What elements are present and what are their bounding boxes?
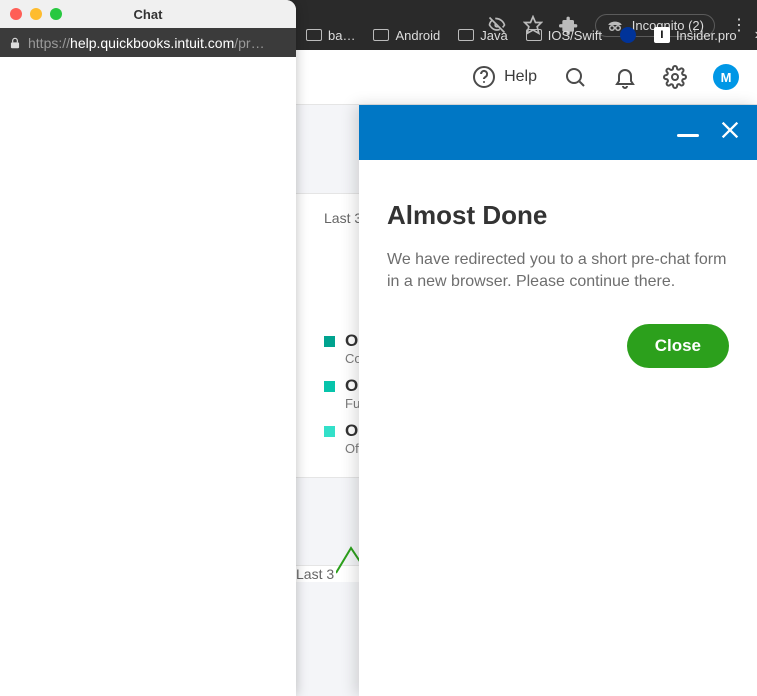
eu-flag-icon (620, 27, 636, 43)
swatch-icon (324, 426, 335, 437)
help-label: Help (504, 68, 537, 86)
bookmark-item[interactable] (620, 27, 636, 43)
help-button[interactable]: Help (472, 65, 537, 89)
close-button[interactable]: Close (627, 324, 729, 368)
address-bar[interactable]: https://help.quickbooks.intuit.com/pr… (0, 28, 296, 57)
folder-icon (526, 29, 542, 41)
bookmark-item[interactable]: I Insider.pro (654, 27, 737, 43)
swatch-icon (324, 336, 335, 347)
search-icon[interactable] (563, 65, 587, 89)
help-panel-title: Almost Done (387, 200, 729, 231)
bookmark-item[interactable]: ba… (306, 28, 355, 43)
help-panel: Almost Done We have redirected you to a … (359, 105, 757, 696)
swatch-icon (324, 381, 335, 392)
popup-body (0, 57, 296, 696)
folder-icon (373, 29, 389, 41)
folder-icon (458, 29, 474, 41)
lock-icon (8, 36, 22, 50)
bookmark-item[interactable]: IOS/Swift (526, 28, 602, 43)
bookmark-item[interactable]: Android (373, 28, 440, 43)
gear-icon[interactable] (663, 65, 687, 89)
url-text: https://help.quickbooks.intuit.com/pr… (28, 35, 265, 51)
help-panel-body: We have redirected you to a short pre-ch… (387, 249, 729, 294)
help-icon (472, 65, 496, 89)
avatar[interactable]: M (713, 64, 739, 90)
insider-favicon: I (654, 27, 670, 43)
folder-icon (306, 29, 322, 41)
popup-window: Chat https://help.quickbooks.intuit.com/… (0, 0, 296, 696)
popup-title: Chat (0, 7, 296, 22)
bookmark-item[interactable]: Java (458, 28, 507, 43)
minimize-icon[interactable] (677, 134, 699, 137)
bell-icon[interactable] (613, 65, 637, 89)
close-icon[interactable] (719, 119, 741, 146)
